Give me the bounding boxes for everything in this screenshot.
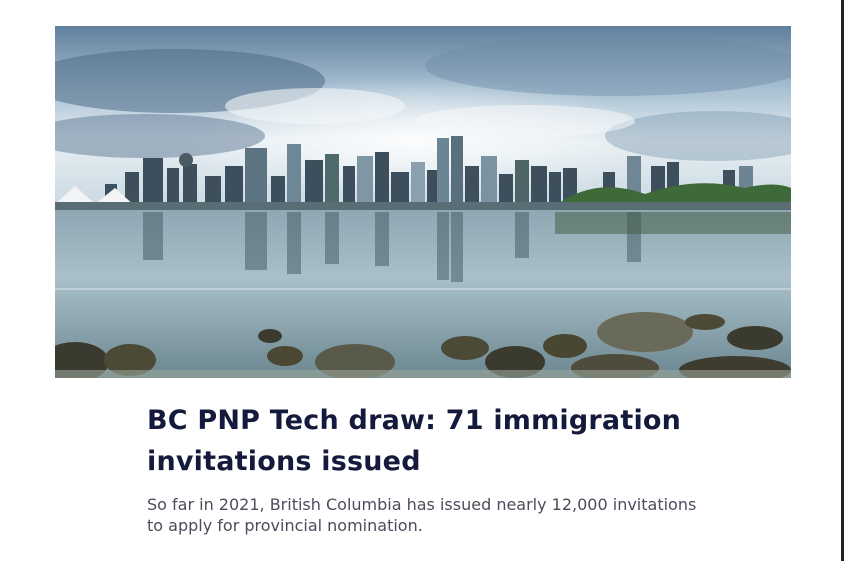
skyline-photo [55, 26, 791, 378]
article-title[interactable]: BC PNP Tech draw: 71 immigration invitat… [147, 400, 747, 482]
article-hero-image[interactable] [55, 26, 791, 378]
article-summary: So far in 2021, British Columbia has iss… [147, 495, 697, 535]
